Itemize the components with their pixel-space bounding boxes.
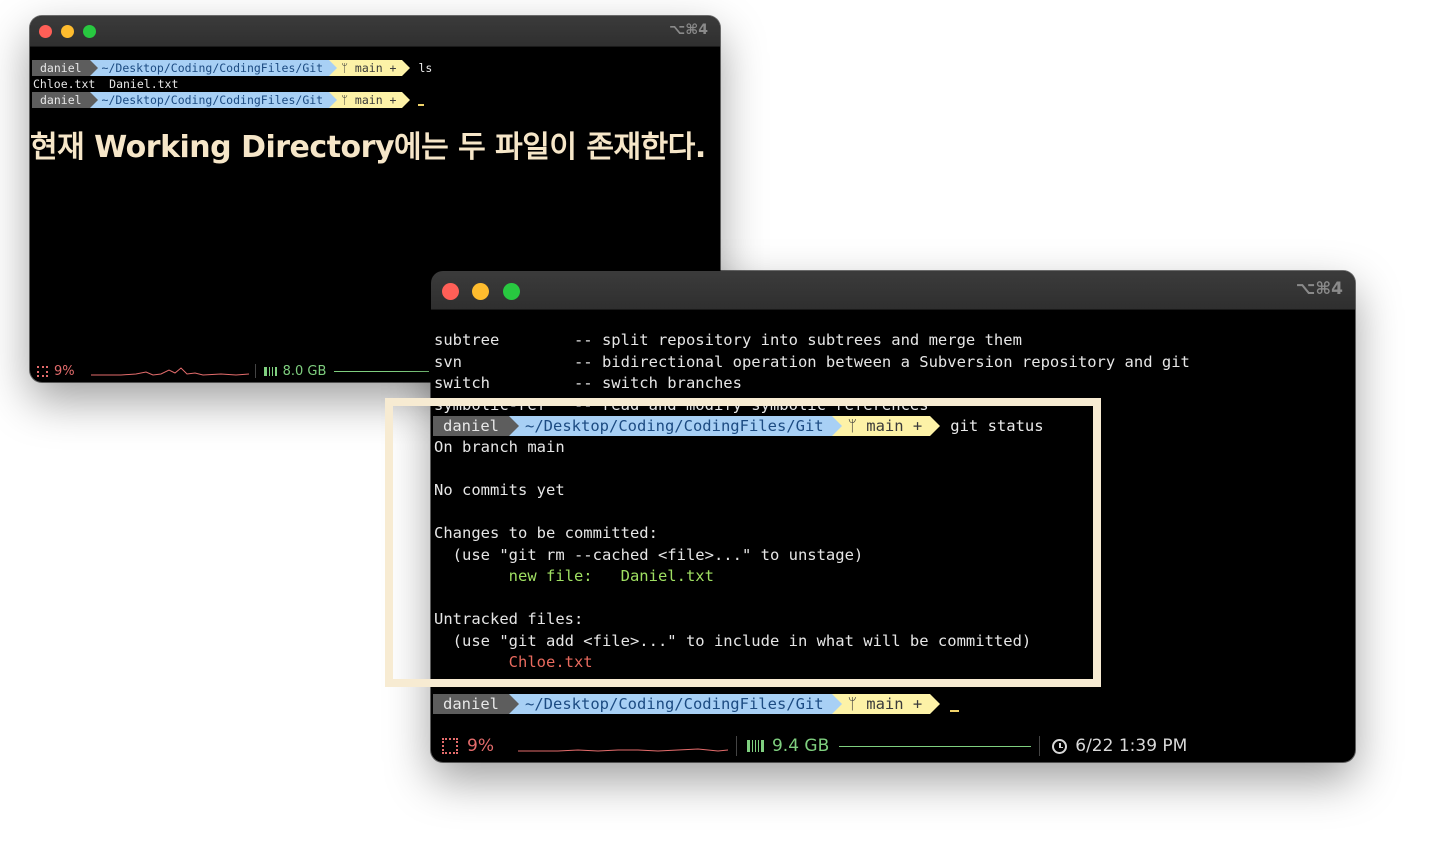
shell-prompt: daniel ~/Desktop/Coding/CodingFiles/Git …: [433, 694, 960, 714]
window-shortcut: ⌥⌘4: [1295, 279, 1343, 299]
minimize-button[interactable]: [61, 25, 74, 38]
memory-icon: [746, 740, 764, 752]
help-line: svn -- bidirectional operation between a…: [434, 352, 1190, 371]
zoom-button[interactable]: [503, 283, 520, 300]
close-button[interactable]: [39, 25, 52, 38]
shell-prompt: daniel ~/Desktop/Coding/CodingFiles/Git …: [32, 92, 425, 108]
command-text: git status: [950, 417, 1044, 435]
command-text: ls: [418, 61, 433, 75]
untracked-file-line: Chloe.txt: [434, 653, 593, 671]
status-bar: 9% 9.4 GB 6/22 1:39 PM: [431, 735, 1355, 757]
prompt-branch: ᛘ main +: [337, 92, 403, 108]
memory-usage: 9.4 GB: [771, 736, 830, 756]
shell-prompt: daniel ~/Desktop/Coding/CodingFiles/Git …: [32, 60, 432, 76]
help-line: subtree -- split repository into subtree…: [434, 331, 1022, 349]
prompt-branch: ᛘ main +: [841, 416, 931, 436]
terminal-cursor: [950, 710, 960, 712]
changes-hint: (use "git rm --cached <file>..." to unst…: [434, 545, 864, 564]
prompt-path: ~/Desktop/Coding/CodingFiles/Git: [97, 60, 330, 76]
zoom-button[interactable]: [83, 25, 96, 38]
prompt-branch: ᛘ main +: [337, 60, 403, 76]
memory-usage: 8.0 GB: [282, 363, 327, 379]
memory-icon: [263, 366, 277, 376]
prompt-user: daniel: [32, 60, 90, 76]
close-button[interactable]: [442, 283, 459, 300]
cpu-usage: 9%: [54, 363, 75, 379]
cpu-icon: [37, 365, 48, 377]
prompt-path: ~/Desktop/Coding/CodingFiles/Git: [519, 416, 832, 436]
changes-header: Changes to be committed:: [434, 524, 658, 542]
prompt-branch: ᛘ main +: [841, 694, 931, 714]
untracked-header: Untracked files:: [434, 610, 584, 628]
prompt-path: ~/Desktop/Coding/CodingFiles/Git: [519, 694, 832, 714]
terminal-cursor: [418, 104, 425, 106]
front-titlebar[interactable]: ⌥⌘4: [431, 271, 1355, 310]
prompt-user: daniel: [433, 416, 509, 436]
back-titlebar[interactable]: ⌥⌘4: [30, 16, 720, 47]
ls-output: Chloe.txt Daniel.txt: [33, 77, 179, 91]
help-line: switch -- switch branches: [434, 374, 742, 392]
clock-text: 6/22 1:39 PM: [1075, 736, 1188, 756]
cpu-sparkline: [90, 367, 249, 376]
on-branch-line: On branch main: [434, 438, 565, 456]
cpu-icon: [442, 738, 458, 754]
shell-prompt: daniel ~/Desktop/Coding/CodingFiles/Git …: [433, 416, 1044, 436]
clock-icon: [1052, 738, 1068, 754]
staged-file-line: new file: Daniel.txt: [434, 567, 714, 585]
prompt-path: ~/Desktop/Coding/CodingFiles/Git: [97, 92, 330, 108]
minimize-button[interactable]: [472, 283, 489, 300]
window-shortcut: ⌥⌘4: [669, 22, 708, 38]
help-line: symbolic-ref -- read and modify symbolic…: [434, 395, 929, 414]
no-commits-line: No commits yet: [434, 481, 565, 499]
front-terminal-window[interactable]: ⌥⌘4 subtree -- split repository into sub…: [431, 271, 1355, 762]
caption-overlay: 현재 Working Directory에는 두 파일이 존재한다.: [30, 130, 706, 165]
prompt-user: daniel: [433, 694, 509, 714]
cpu-usage: 9%: [467, 736, 494, 756]
untracked-hint: (use "git add <file>..." to include in w…: [434, 631, 1032, 650]
prompt-user: daniel: [32, 92, 90, 108]
cpu-sparkline: [517, 748, 728, 752]
